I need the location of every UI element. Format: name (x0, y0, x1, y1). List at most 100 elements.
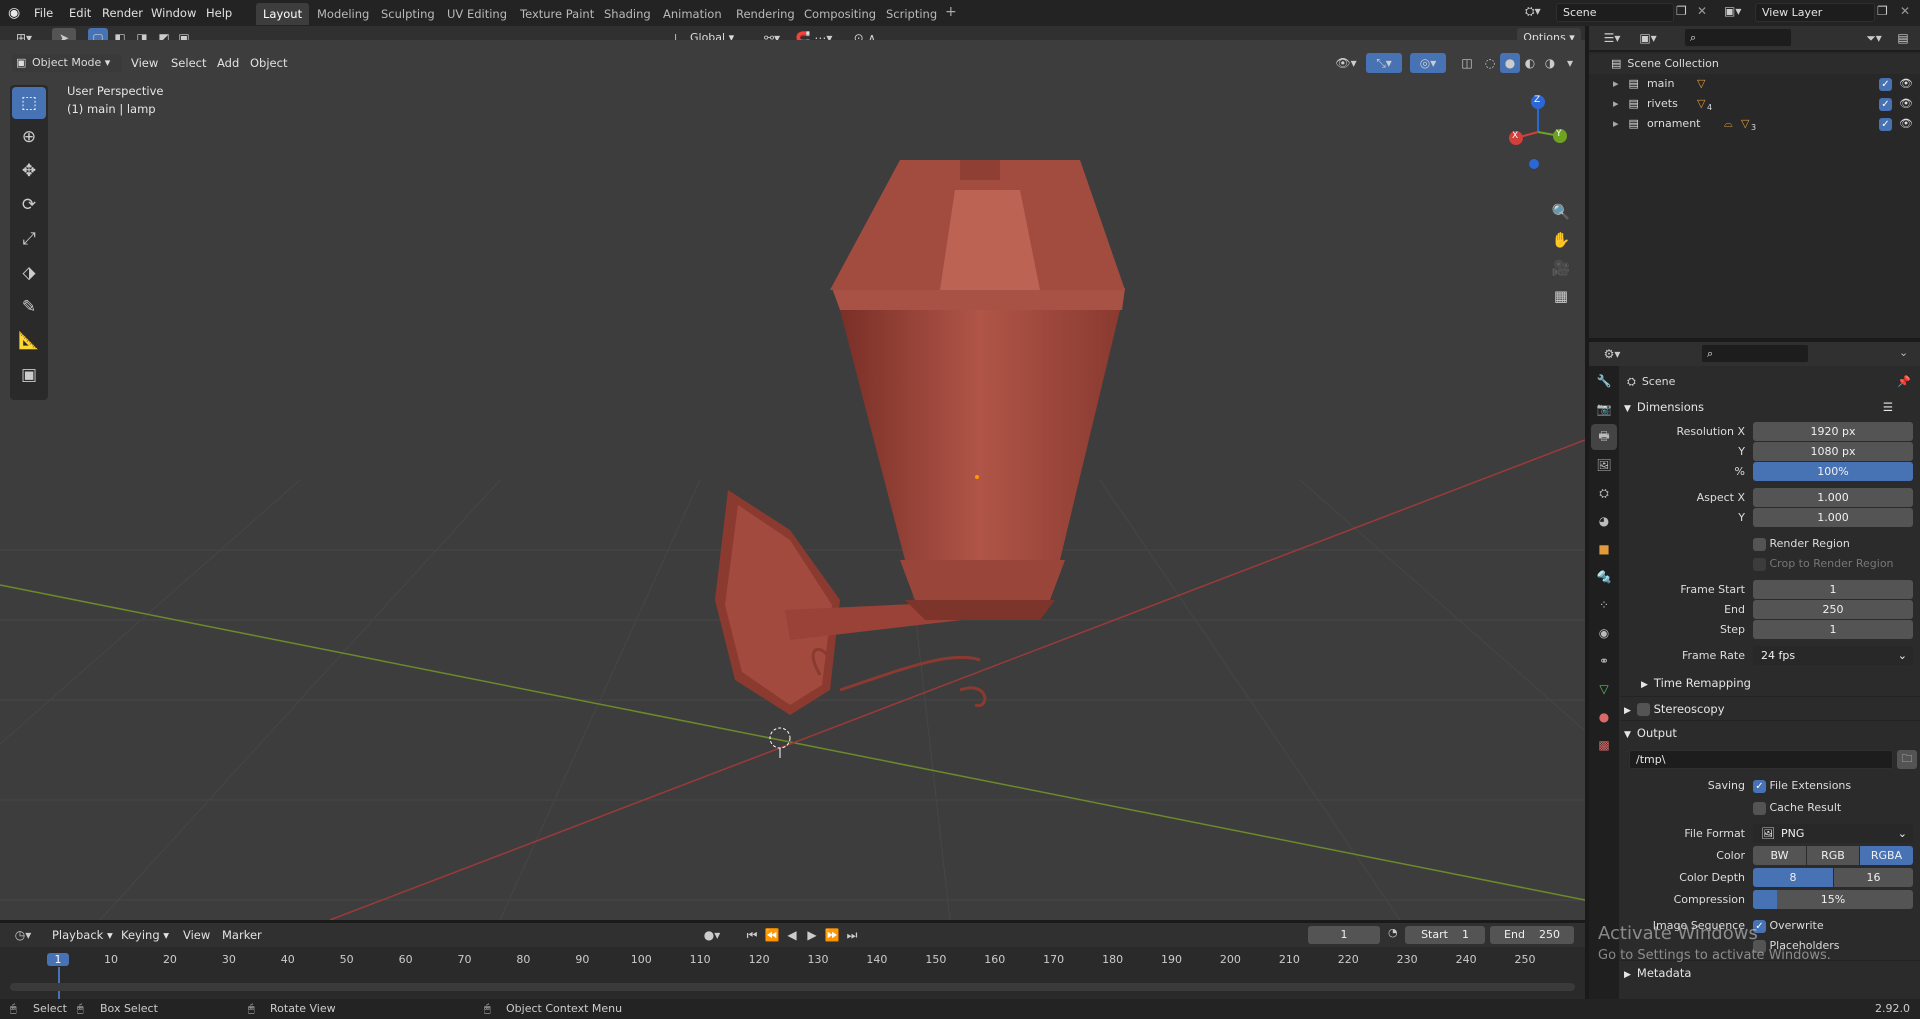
mesh-icon[interactable]: ▽ (1741, 114, 1749, 134)
timeline-menu-marker[interactable]: Marker (222, 926, 262, 944)
new-collection-icon[interactable]: ▤ (1891, 28, 1915, 48)
cursor-icon[interactable]: ⊕ (12, 121, 46, 153)
view-layer-selector[interactable]: View Layer (1755, 3, 1875, 22)
tab-layout[interactable]: Layout (256, 3, 310, 25)
properties-editor-icon[interactable]: ⚙▾ (1597, 344, 1627, 364)
tab-texture-paint[interactable]: Texture Paint (513, 3, 601, 25)
timeline-menu-view[interactable]: View (183, 926, 210, 944)
eye-icon[interactable]: 👁 (1899, 94, 1913, 114)
viewport-menu-select[interactable]: Select (171, 54, 206, 72)
tab-uv-editing[interactable]: UV Editing (440, 3, 514, 25)
solid-shading-icon[interactable]: ● (1500, 53, 1520, 73)
timeline-menu-keying[interactable]: Keying ▾ (121, 926, 169, 944)
expand-icon[interactable]: ▸ (1613, 117, 1619, 130)
record-icon[interactable]: ●▾ (697, 925, 727, 945)
measure-icon[interactable]: 📐 (12, 325, 46, 357)
xray-icon[interactable]: ◫ (1455, 53, 1479, 73)
depth-16-button[interactable]: 16 (1834, 868, 1913, 887)
metadata-panel-header[interactable]: ▶ Metadata (1624, 962, 1917, 984)
overlay-toggle-icon[interactable]: ◎▾ (1410, 53, 1446, 73)
tool-tab-icon[interactable]: 🔧 (1591, 368, 1617, 394)
prev-keyframe-icon[interactable]: ⏪ (763, 925, 781, 945)
depth-8-button[interactable]: 8 (1753, 868, 1833, 887)
output-tab-icon[interactable]: 🖶 (1591, 424, 1617, 450)
frame-ruler[interactable]: 1 10 20 30 40 50 60 70 80 90 100 110 120 130 140 150 160… (0, 947, 1585, 999)
frame-rate-dropdown[interactable]: 24 fps ⌄ (1753, 646, 1913, 665)
scene-tab-icon[interactable]: ⛭ (1591, 480, 1617, 506)
jump-start-icon[interactable]: ⏮ (743, 925, 761, 945)
eye-icon[interactable]: 👁 (1899, 114, 1913, 134)
clock-icon[interactable]: ◔ (1388, 926, 1398, 939)
color-bw-button[interactable]: BW (1753, 846, 1806, 865)
close-scene-icon[interactable]: ✕ (1697, 4, 1707, 18)
stereoscopy-panel-header[interactable]: ▶ Stereoscopy (1624, 698, 1917, 720)
zoom-icon[interactable]: 🔍 (1547, 198, 1575, 226)
add-workspace-icon[interactable]: + (945, 4, 957, 20)
visibility-icon[interactable]: 👁▾ (1330, 53, 1362, 73)
viewport-menu-add[interactable]: Add (217, 54, 239, 72)
timeline-editor-icon[interactable]: ◷▾ (8, 925, 38, 945)
resolution-pct-field[interactable]: 100% (1753, 462, 1913, 481)
menu-render[interactable]: Render (102, 4, 143, 22)
outliner-row-rivets[interactable]: ▸ ▤ rivets ▽ 4 ✓ 👁 (1589, 94, 1920, 114)
start-frame-field[interactable]: Start 1 (1405, 926, 1485, 944)
tab-shading[interactable]: Shading (597, 3, 658, 25)
expand-icon[interactable]: ▸ (1613, 97, 1619, 110)
particles-tab-icon[interactable]: ⁘ (1591, 592, 1617, 618)
color-rgb-button[interactable]: RGB (1807, 846, 1859, 865)
crop-region-checkbox[interactable]: Crop to Render Region (1753, 554, 1894, 574)
modifier-tab-icon[interactable]: 🔩 (1591, 564, 1617, 590)
output-path-input[interactable]: /tmp\ (1629, 750, 1893, 769)
object-tab-icon[interactable]: ■ (1591, 536, 1617, 562)
scale-icon[interactable]: ⤢ (12, 223, 46, 255)
navigation-gizmo[interactable]: Z Y X (1508, 90, 1568, 180)
scene-icon[interactable]: ⛭▾ (1525, 4, 1541, 19)
mesh-icon[interactable]: ▽ (1697, 94, 1705, 114)
texture-tab-icon[interactable]: ▩ (1591, 732, 1617, 758)
end-frame-field[interactable]: End 250 (1490, 926, 1574, 944)
data-tab-icon[interactable]: ▽ (1591, 676, 1617, 702)
constraints-tab-icon[interactable]: ⚭ (1591, 648, 1617, 674)
output-panel-header[interactable]: ▼ Output (1624, 722, 1917, 744)
select-box-icon[interactable]: ⬚ (12, 87, 46, 119)
tab-rendering[interactable]: Rendering (729, 3, 802, 25)
3d-viewport[interactable]: User Perspective (1) main | lamp ⬚ ⊕ ✥ ⟳… (0, 40, 1585, 920)
compression-slider[interactable]: 15% (1753, 890, 1913, 909)
rotate-icon[interactable]: ⟳ (12, 189, 46, 221)
menu-help[interactable]: Help (206, 4, 232, 22)
filter-icon[interactable]: ⏷▾ (1859, 28, 1889, 48)
menu-window[interactable]: Window (151, 4, 196, 22)
stereoscopy-checkbox[interactable] (1636, 703, 1650, 716)
aspect-x-field[interactable]: 1.000 (1753, 488, 1913, 507)
current-frame-field[interactable]: 1 (1308, 926, 1380, 944)
move-icon[interactable]: ✥ (12, 155, 46, 187)
expand-icon[interactable]: ▸ (1613, 77, 1619, 90)
eye-icon[interactable]: 👁 (1899, 74, 1913, 94)
viewport-menu-object[interactable]: Object (250, 54, 287, 72)
jump-end-icon[interactable]: ⏭ (843, 925, 861, 945)
play-reverse-icon[interactable]: ◀ (783, 925, 801, 945)
rendered-shading-icon[interactable]: ◑ (1540, 53, 1560, 73)
timeline-scrollbar[interactable] (10, 983, 1575, 991)
mode-dropdown[interactable]: ▣ Object Mode ▾ (12, 54, 122, 72)
tab-animation[interactable]: Animation (656, 3, 729, 25)
play-icon[interactable]: ▶ (803, 925, 821, 945)
scene-collection-row[interactable]: ▤ Scene Collection (1589, 54, 1920, 74)
menu-file[interactable]: File (34, 4, 53, 22)
exclude-checkbox[interactable]: ✓ (1879, 98, 1892, 111)
frame-step-field[interactable]: 1 (1753, 620, 1913, 639)
time-remapping-subpanel[interactable]: ▶ Time Remapping (1641, 672, 1911, 694)
mesh-icon[interactable]: ▽ (1697, 74, 1705, 94)
gizmo-toggle-icon[interactable]: ⤡▾ (1366, 53, 1402, 73)
presets-icon[interactable]: ☰ (1883, 396, 1893, 418)
properties-search-input[interactable]: ⌕ (1701, 344, 1809, 363)
copy-view-layer-icon[interactable]: ❐ (1877, 4, 1888, 18)
pan-hand-icon[interactable]: ✋ (1547, 226, 1575, 254)
render-region-checkbox[interactable]: Render Region (1753, 534, 1850, 554)
current-frame-marker[interactable]: 1 (47, 953, 69, 966)
grid-view-icon[interactable]: ▦ (1547, 282, 1575, 310)
outliner-search-input[interactable]: ⌕ (1684, 28, 1792, 47)
outliner-row-ornament[interactable]: ▸ ▤ ornament ⌓ ▽ 3 ✓ 👁 (1589, 114, 1920, 134)
file-extensions-checkbox[interactable]: ✓ File Extensions (1753, 776, 1851, 796)
next-keyframe-icon[interactable]: ⏩ (823, 925, 841, 945)
